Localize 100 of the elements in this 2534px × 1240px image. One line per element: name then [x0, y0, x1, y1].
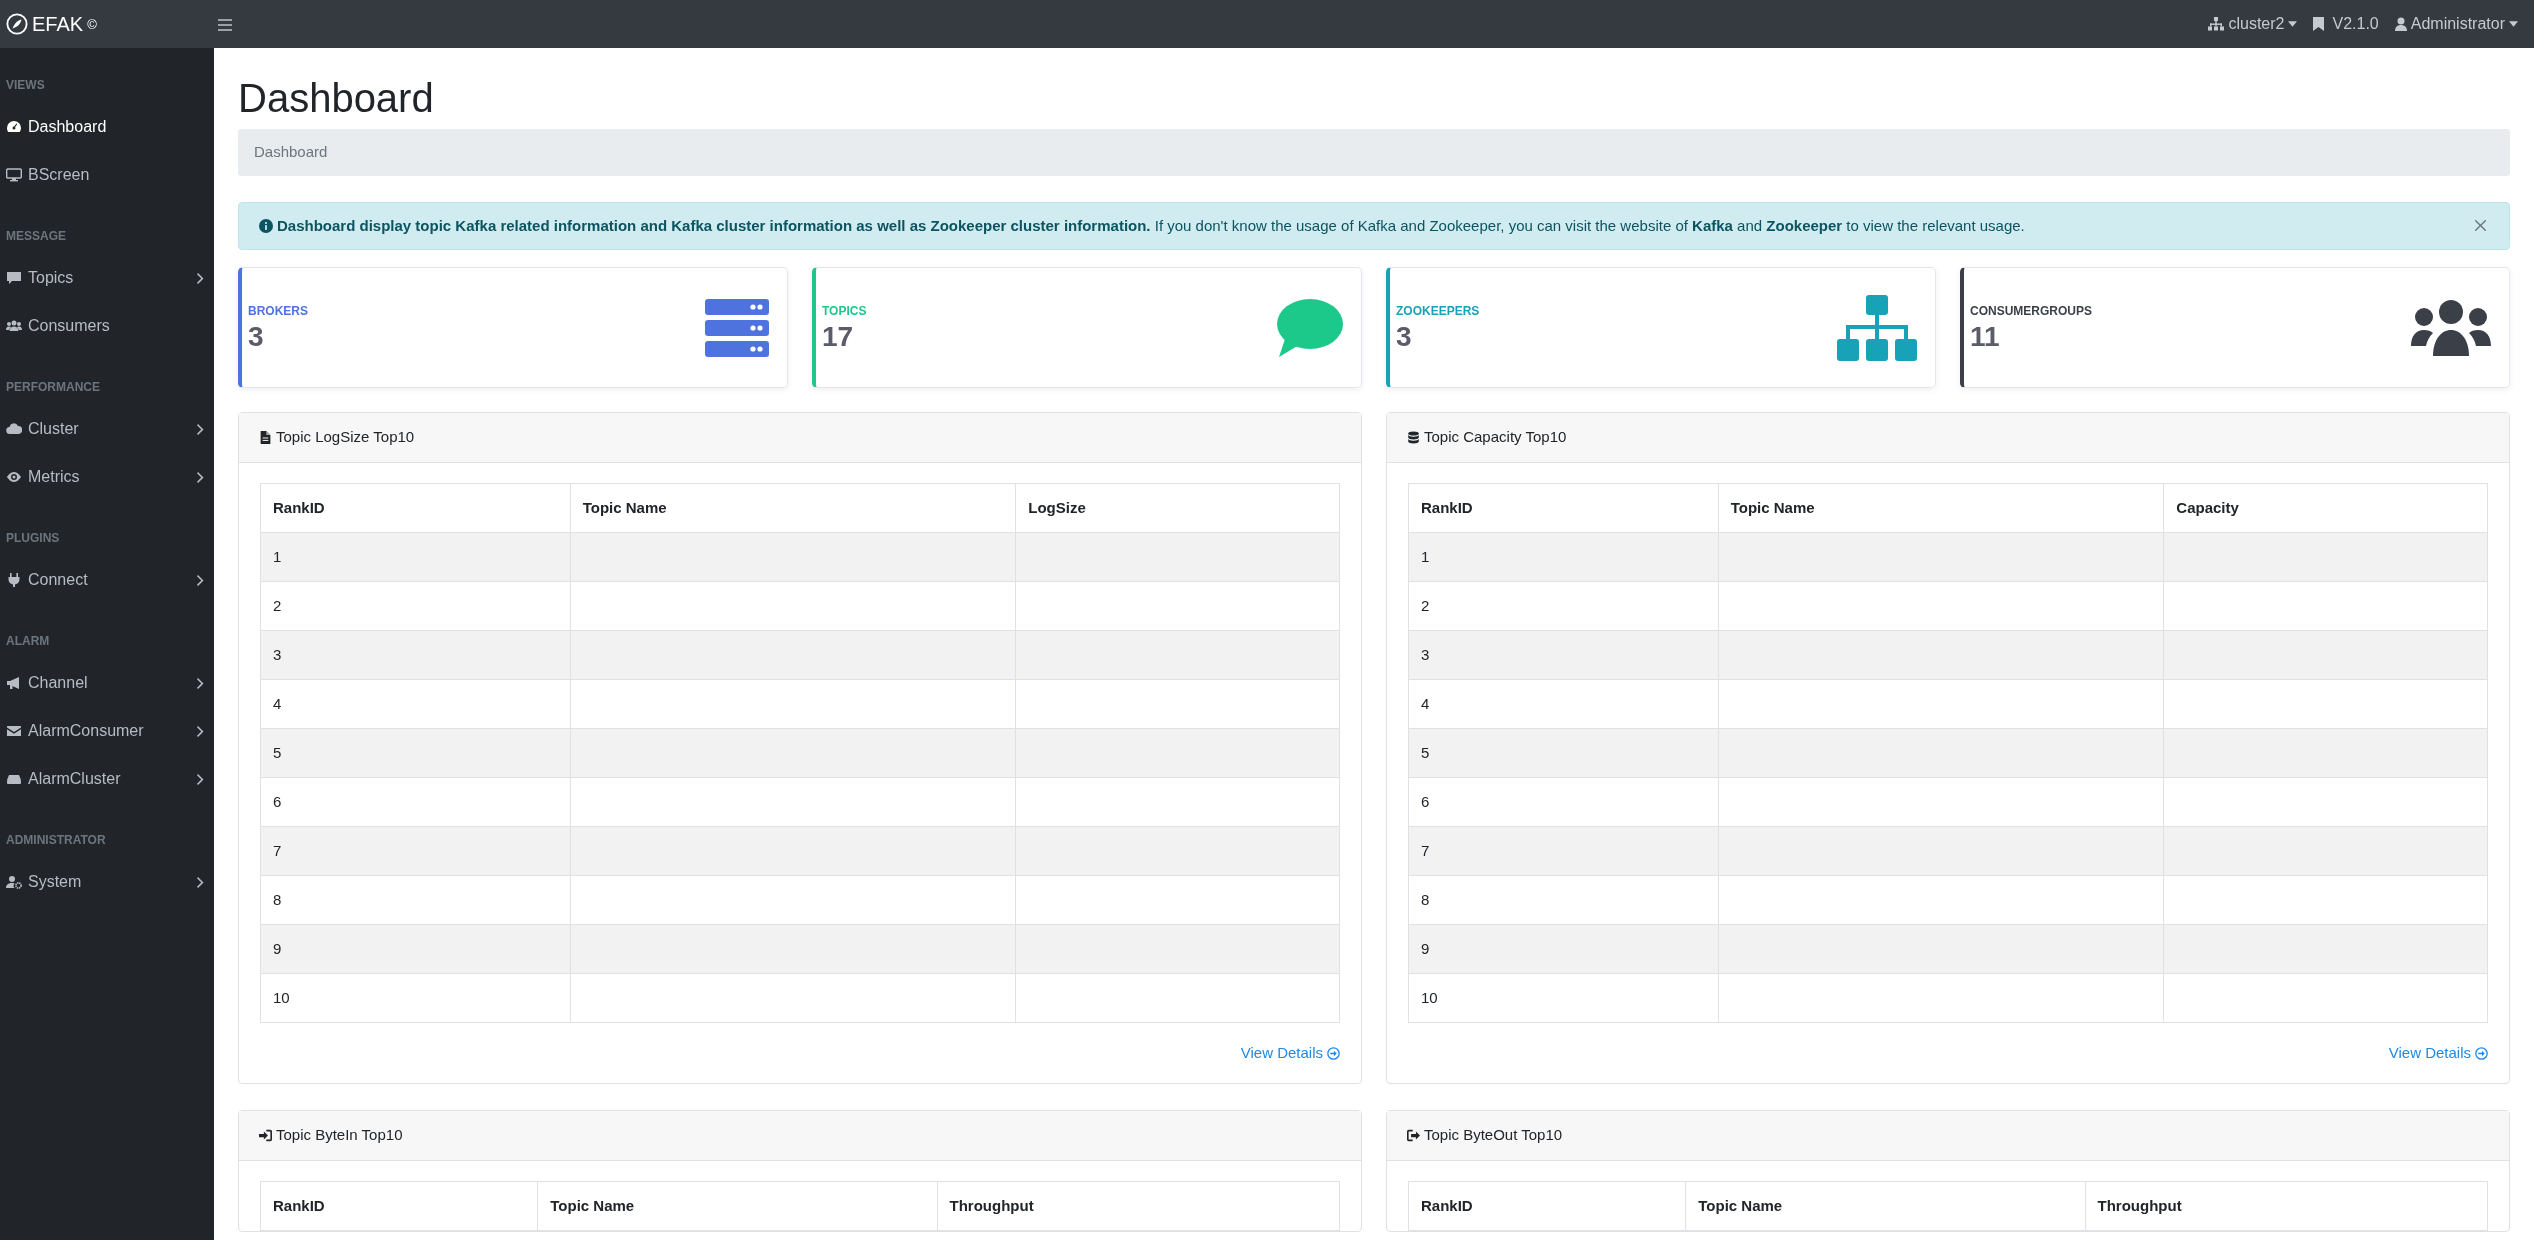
version-label: V2.1.0	[2332, 14, 2379, 34]
speech-bubble-icon	[1277, 298, 1343, 357]
menu-icon	[218, 18, 232, 31]
envelope-icon	[6, 723, 22, 739]
sidebar-item[interactable]: Channel	[0, 659, 214, 707]
stat-label: BROKERS	[248, 302, 309, 320]
rank-cell: 2	[1408, 581, 1719, 631]
monitor-icon	[6, 167, 22, 183]
panel-title: Topic Capacity Top10	[1424, 427, 1567, 448]
sidebar-item[interactable]: Connect	[0, 556, 214, 604]
sidebar-section-heading: ALARM	[5, 633, 51, 650]
rank-cell: 3	[1408, 630, 1719, 680]
arrow-circle-right-icon	[1327, 1046, 1340, 1060]
sidebar-item[interactable]: Topics	[0, 254, 214, 302]
cloud-icon	[6, 421, 22, 437]
alert-message: Dashboard display topic Kafka related information and Kafka cluster information as well as Zookeeper cluster information. If you don't know the usage of Kafka and Zookeeper, you can visit the website of Kafka and Zookeeper to view the relevant usage.	[277, 215, 2026, 236]
chevron-right-icon	[197, 876, 204, 888]
gauge-icon	[6, 119, 22, 135]
caret-icon	[2509, 21, 2518, 27]
file-icon	[259, 431, 272, 444]
column-header: Throughput	[937, 1181, 1340, 1231]
chevron-right-icon	[197, 574, 204, 586]
rank-cell: 2	[260, 581, 571, 631]
stat-value: 17	[822, 319, 855, 354]
column-header: Capacity	[2163, 483, 2488, 533]
megaphone-icon	[6, 675, 22, 691]
rank-cell: 10	[260, 973, 571, 1023]
users-icon	[6, 318, 22, 334]
chevron-right-icon	[197, 471, 204, 483]
view-details-link[interactable]: View Details	[2388, 1041, 2488, 1065]
column-header: Topic Name	[1685, 1181, 2085, 1231]
sidebar-item[interactable]: Metrics	[0, 453, 214, 501]
user-gear-icon	[6, 874, 22, 890]
rank-cell: 5	[1408, 728, 1719, 778]
user-dropdown[interactable]: Administrator	[2394, 12, 2518, 36]
sidebar-section-heading: VIEWS	[5, 77, 46, 94]
rank-cell: 4	[1408, 679, 1719, 729]
rank-cell: 8	[1408, 875, 1719, 925]
sidebar-item[interactable]: BScreen	[0, 151, 214, 199]
eye-icon	[6, 469, 22, 485]
view-details-link[interactable]: View Details	[1240, 1041, 1340, 1065]
info-icon	[259, 218, 273, 233]
rank-cell: 7	[1408, 826, 1719, 876]
plug-icon	[6, 572, 22, 588]
rank-cell: 1	[260, 532, 571, 582]
stat-label: ZOOKEEPERS	[1396, 302, 1481, 320]
panel-title: Topic ByteIn Top10	[276, 1125, 403, 1146]
stat-value: 3	[1396, 319, 1413, 354]
column-header: Topic Name	[537, 1181, 937, 1231]
rank-cell: 1	[1408, 532, 1719, 582]
user-icon	[2394, 17, 2407, 31]
sidebar-section-heading: PERFORMANCE	[5, 379, 101, 396]
rank-cell: 8	[260, 875, 571, 925]
column-header: RankID	[1408, 483, 1719, 533]
stat-label: CONSUMERGROUPS	[1970, 302, 2093, 320]
panel-title: Topic LogSize Top10	[276, 427, 415, 448]
column-header: LogSize	[1015, 483, 1340, 533]
sidebar-item[interactable]: Cluster	[0, 405, 214, 453]
arrow-circle-right-icon	[2475, 1046, 2488, 1060]
sidebar-item[interactable]: AlarmConsumer	[0, 707, 214, 755]
sign-in-icon	[259, 1129, 272, 1142]
brand-name: EFAK	[32, 12, 84, 37]
cluster-dropdown[interactable]: cluster2	[2208, 12, 2298, 36]
chevron-right-icon	[197, 773, 204, 785]
sidebar-item[interactable]: Consumers	[0, 302, 214, 350]
rank-cell: 4	[260, 679, 571, 729]
caret-icon	[2288, 21, 2298, 27]
column-header: RankID	[1408, 1181, 1686, 1231]
chevron-right-icon	[197, 272, 204, 284]
rank-cell: 6	[260, 777, 571, 827]
column-header: Throughput	[2085, 1181, 2488, 1231]
sidebar-item[interactable]: AlarmCluster	[0, 755, 214, 803]
feather-logo-icon	[6, 13, 28, 35]
chevron-right-icon	[197, 423, 204, 435]
server-icon	[705, 298, 769, 357]
column-header: RankID	[260, 1181, 538, 1231]
panel-title: Topic ByteOut Top10	[1424, 1125, 1563, 1146]
stat-label: TOPICS	[822, 302, 868, 320]
users-icon	[2411, 299, 2491, 356]
sidebar-section-heading: ADMINISTRATOR	[5, 832, 107, 849]
chevron-right-icon	[197, 725, 204, 737]
sidebar-item[interactable]: System	[0, 858, 214, 906]
rank-cell: 7	[260, 826, 571, 876]
chevron-right-icon	[197, 677, 204, 689]
rank-cell: 9	[260, 924, 571, 974]
page-title: Dashboard	[238, 75, 435, 122]
rank-cell: 6	[1408, 777, 1719, 827]
breadcrumb-item: Dashboard	[254, 142, 328, 162]
database-icon	[1407, 431, 1420, 444]
column-header: RankID	[260, 483, 571, 533]
rank-cell: 3	[260, 630, 571, 680]
stat-value: 11	[1970, 319, 2001, 354]
column-header: Topic Name	[570, 483, 1016, 533]
rank-cell: 10	[1408, 973, 1719, 1023]
sitemap-icon	[2208, 17, 2225, 31]
sidebar-item[interactable]: Dashboard	[0, 103, 214, 151]
sidebar-section-heading: PLUGINS	[5, 530, 61, 547]
hierarchy-icon	[1837, 294, 1917, 361]
sign-out-icon	[1407, 1129, 1420, 1142]
stat-value: 3	[248, 319, 265, 354]
